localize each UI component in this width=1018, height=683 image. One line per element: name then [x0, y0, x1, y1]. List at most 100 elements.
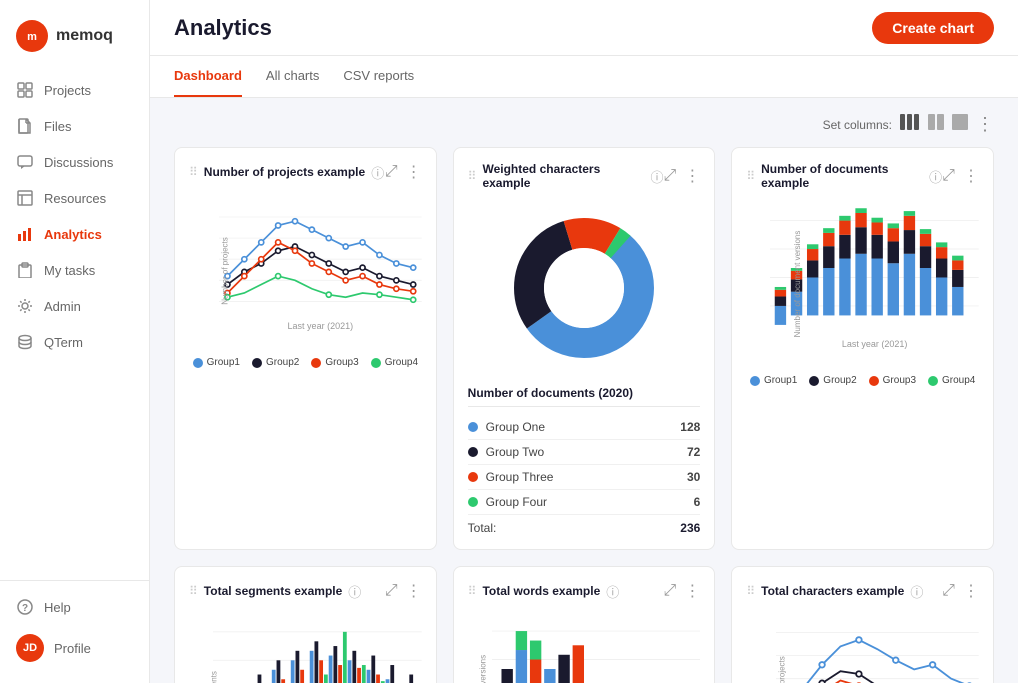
expand-icon[interactable]: ⤢: [664, 167, 677, 185]
info-icon: ⓘ: [651, 167, 664, 186]
chart-title: Total segments example: [204, 584, 343, 598]
tab-csv-reports[interactable]: CSV reports: [343, 56, 414, 97]
sidebar-item-label: Admin: [44, 299, 81, 314]
more-icon[interactable]: ⋮: [684, 166, 700, 186]
chart-weighted-characters: ⠿ Weighted characters example ⓘ ⤢ ⋮: [453, 147, 716, 550]
sidebar-item-resources[interactable]: Resources: [0, 180, 149, 216]
drag-handle-icon: ⠿: [746, 169, 755, 183]
expand-icon[interactable]: ⤢: [385, 163, 398, 181]
chart-total-segments: ⠿ Total segments example ⓘ ⤢ ⋮ Total seg…: [174, 566, 437, 683]
gear-icon: [16, 297, 34, 315]
sidebar-bottom: ? Help JD Profile: [0, 580, 149, 671]
bar-chart-icon: [16, 225, 34, 243]
sidebar-item-help[interactable]: ? Help: [0, 589, 149, 625]
database-icon: [16, 333, 34, 351]
chart-total-characters: ⠿ Total characters example ⓘ ⤢ ⋮ Number …: [731, 566, 994, 683]
expand-icon[interactable]: ⤢: [942, 167, 955, 185]
more-options-icon[interactable]: ⋮: [976, 114, 994, 135]
sidebar-item-my-tasks[interactable]: My tasks: [0, 252, 149, 288]
donut-chart-wrap: [468, 198, 701, 378]
create-chart-button[interactable]: Create chart: [872, 12, 994, 44]
legend-item: Group2: [252, 357, 299, 368]
y-axis-label: t versions: [478, 654, 487, 683]
expand-icon[interactable]: ⤢: [385, 582, 398, 600]
info-icon: ⓘ: [606, 582, 619, 601]
expand-icon[interactable]: ⤢: [942, 582, 955, 600]
sidebar-item-label: Files: [44, 119, 71, 134]
one-col-icon[interactable]: [952, 114, 968, 135]
legend-row-0: Group One 128: [468, 415, 701, 440]
line-chart-svg: [219, 190, 422, 320]
logo-text: memoq: [56, 27, 113, 45]
expand-icon[interactable]: ⤢: [664, 582, 677, 600]
sidebar-item-label: Profile: [54, 641, 91, 656]
grouped-bar-svg: [213, 609, 422, 683]
toolbar: Set columns: ⋮: [174, 114, 994, 135]
total-words-svg: [492, 609, 701, 683]
sidebar-item-projects[interactable]: Projects: [0, 72, 149, 108]
info-icon: ⓘ: [910, 582, 923, 601]
chat-icon: [16, 153, 34, 171]
two-col-icon[interactable]: [928, 114, 944, 135]
file-icon: [16, 117, 34, 135]
chart-legend: Group1 Group2 Group3 Group4: [189, 357, 422, 368]
more-icon[interactable]: ⋮: [406, 162, 422, 182]
sidebar-item-label: Discussions: [44, 155, 113, 170]
content-area: Set columns: ⋮ ⠿ Number of projects exam…: [150, 98, 1018, 683]
chart-title: Total characters example: [761, 584, 904, 598]
y-axis-label: Number of document versions: [793, 230, 802, 337]
sidebar-item-analytics[interactable]: Analytics: [0, 216, 149, 252]
legend-row-1: Group Two 72: [468, 440, 701, 465]
more-icon[interactable]: ⋮: [684, 581, 700, 601]
table-icon: [16, 189, 34, 207]
chart-title: Number of projects example: [204, 165, 365, 179]
sidebar-item-label: Projects: [44, 83, 91, 98]
info-icon: ⓘ: [348, 582, 361, 601]
more-icon[interactable]: ⋮: [406, 581, 422, 601]
tabs-bar: Dashboard All charts CSV reports: [150, 56, 1018, 98]
x-axis-label: Last year (2021): [770, 339, 979, 349]
chart-title: Total words example: [482, 584, 600, 598]
chart-number-of-projects: ⠿ Number of projects example ⓘ ⤢ ⋮ Numbe…: [174, 147, 437, 550]
more-icon[interactable]: ⋮: [963, 166, 979, 186]
header: Analytics Create chart: [150, 0, 1018, 56]
chart-title: Weighted characters example: [482, 162, 644, 190]
sidebar-item-profile[interactable]: JD Profile: [0, 625, 149, 671]
drag-handle-icon: ⠿: [746, 584, 755, 598]
main-content: Analytics Create chart Dashboard All cha…: [150, 0, 1018, 683]
chart-title: Number of documents example: [761, 162, 923, 190]
tab-all-charts[interactable]: All charts: [266, 56, 319, 97]
svg-text:m: m: [27, 31, 37, 43]
sidebar-item-qterm[interactable]: QTerm: [0, 324, 149, 360]
total-chars-svg: [776, 609, 979, 683]
avatar: JD: [16, 634, 44, 662]
chart-total-words: ⠿ Total words example ⓘ ⤢ ⋮ t versions: [453, 566, 716, 683]
grid-icon: [16, 81, 34, 99]
sidebar-item-label: Resources: [44, 191, 106, 206]
sidebar: m memoq Projects Files Discussions Resou…: [0, 0, 150, 683]
legend-row-3: Group Four 6: [468, 490, 701, 515]
tab-dashboard[interactable]: Dashboard: [174, 56, 242, 97]
legend-item: Group4: [371, 357, 418, 368]
drag-handle-icon: ⠿: [468, 169, 477, 183]
y-axis-label: Number of projects: [220, 237, 229, 305]
y-axis-label: Total segments: [209, 671, 218, 683]
sidebar-item-admin[interactable]: Admin: [0, 288, 149, 324]
help-icon: ?: [16, 598, 34, 616]
info-icon: ⓘ: [929, 167, 942, 186]
set-columns-label: Set columns:: [823, 118, 892, 132]
drag-handle-icon: ⠿: [189, 165, 198, 179]
sidebar-item-discussions[interactable]: Discussions: [0, 144, 149, 180]
sidebar-item-label: Help: [44, 600, 71, 615]
donut-total-row: Total: 236: [468, 515, 701, 535]
x-axis-label: Last year (2021): [219, 321, 422, 331]
clipboard-icon: [16, 261, 34, 279]
three-col-icon[interactable]: [900, 114, 920, 135]
sidebar-item-files[interactable]: Files: [0, 108, 149, 144]
donut-legend: Number of documents (2020) Group One 128…: [468, 378, 701, 535]
logo: m memoq: [0, 12, 149, 72]
donut-svg: [504, 208, 664, 368]
more-icon[interactable]: ⋮: [963, 581, 979, 601]
charts-grid: ⠿ Number of projects example ⓘ ⤢ ⋮ Numbe…: [174, 147, 994, 683]
sidebar-item-label: Analytics: [44, 227, 102, 242]
